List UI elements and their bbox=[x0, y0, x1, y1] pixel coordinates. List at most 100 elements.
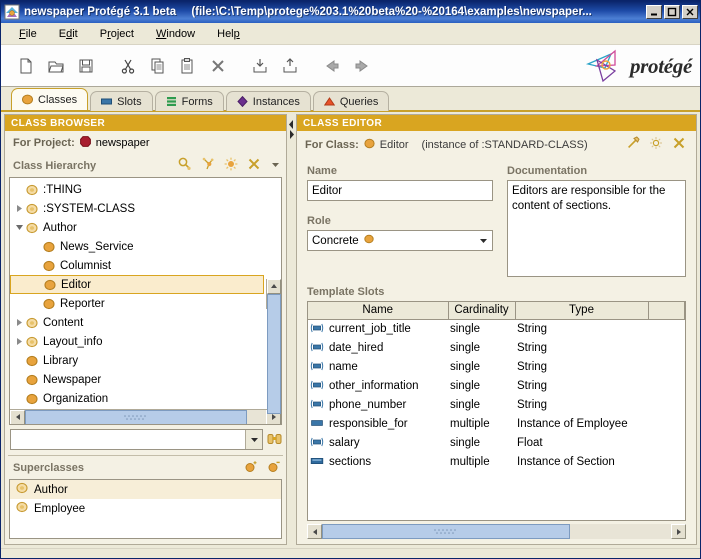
column-header-name[interactable]: Name bbox=[308, 302, 449, 320]
tree-vertical-scrollbar[interactable] bbox=[266, 278, 281, 414]
export-icon[interactable] bbox=[275, 51, 305, 81]
class-tree-node[interactable]: Author bbox=[10, 218, 266, 237]
constraints-icon[interactable] bbox=[626, 136, 640, 153]
maximize-button[interactable] bbox=[664, 5, 680, 19]
class-hierarchy-tree[interactable]: :THING:SYSTEM-CLASS Author News_Service Col… bbox=[10, 179, 266, 408]
documentation-textarea[interactable]: Editors are responsible for the content … bbox=[507, 180, 686, 277]
column-header-extra[interactable] bbox=[648, 302, 685, 320]
tree-hscroll-thumb[interactable] bbox=[25, 409, 247, 424]
class-tree-node[interactable]: Editor bbox=[10, 275, 264, 294]
inherited-slot-icon bbox=[310, 380, 324, 389]
concrete-class-icon bbox=[44, 279, 56, 291]
superclass-list-item[interactable]: Employee bbox=[10, 499, 281, 518]
chevron-down-icon[interactable] bbox=[270, 159, 281, 173]
class-search-row bbox=[5, 425, 286, 454]
collapse-arrow-icon[interactable] bbox=[13, 223, 26, 232]
class-tree-node[interactable]: News_Service bbox=[10, 237, 266, 256]
editor-scroll-left-button[interactable] bbox=[307, 524, 322, 539]
menu-file[interactable]: FFileile bbox=[9, 25, 47, 43]
open-project-icon[interactable] bbox=[41, 51, 71, 81]
create-class-icon[interactable] bbox=[224, 157, 238, 174]
window-title-text: newspaper Protégé 3.1 beta bbox=[24, 6, 177, 18]
chevron-down-icon[interactable] bbox=[475, 231, 492, 250]
tab-forms[interactable]: Forms bbox=[154, 91, 224, 111]
find-class-icon[interactable] bbox=[178, 157, 192, 174]
class-tree-node[interactable]: Library bbox=[10, 351, 266, 370]
class-tree-node[interactable]: Columnist bbox=[10, 256, 266, 275]
abstract-class-icon bbox=[16, 482, 28, 497]
tab-classes[interactable]: Classes bbox=[11, 88, 89, 110]
editor-hscroll-thumb[interactable] bbox=[322, 524, 570, 539]
editor-hscroll-track[interactable] bbox=[322, 524, 671, 539]
class-tree-node-label: Library bbox=[43, 354, 79, 367]
class-tree-node[interactable]: Layout_info bbox=[10, 332, 266, 351]
superclass-list-item[interactable]: Author bbox=[10, 480, 281, 499]
name-field[interactable]: Editor bbox=[307, 180, 493, 201]
import-icon[interactable] bbox=[245, 51, 275, 81]
properties-icon[interactable] bbox=[649, 136, 663, 153]
inherited-slot-icon bbox=[310, 437, 324, 446]
save-project-icon[interactable] bbox=[71, 51, 101, 81]
pane-splitter[interactable] bbox=[287, 112, 296, 548]
slot-name-label: phone_number bbox=[329, 398, 407, 411]
slot-name-label: salary bbox=[329, 436, 360, 449]
chevron-down-icon[interactable] bbox=[245, 430, 262, 449]
tab-instances[interactable]: Instances bbox=[225, 91, 311, 111]
add-superclass-icon[interactable] bbox=[244, 459, 258, 476]
paste-icon[interactable] bbox=[173, 51, 203, 81]
column-header-type[interactable]: Type bbox=[515, 302, 649, 320]
copy-icon[interactable] bbox=[143, 51, 173, 81]
close-icon[interactable] bbox=[672, 136, 686, 153]
expand-arrow-icon[interactable] bbox=[13, 204, 26, 213]
editor-horizontal-scrollbar[interactable] bbox=[307, 524, 686, 539]
minimize-button[interactable] bbox=[646, 5, 662, 19]
menu-bar: FFileile Edit Project Window Help bbox=[1, 23, 700, 45]
superclasses-section: Superclasses bbox=[5, 456, 286, 479]
tree-hscroll-track[interactable] bbox=[25, 409, 266, 424]
column-header-cardinality[interactable]: Cardinality bbox=[448, 302, 516, 320]
class-tree-node[interactable]: :THING bbox=[10, 180, 266, 199]
cut-icon[interactable] bbox=[113, 51, 143, 81]
create-subclass-icon[interactable] bbox=[201, 157, 215, 174]
template-slot-row[interactable]: other_information single String bbox=[308, 376, 685, 395]
delete-icon[interactable] bbox=[203, 51, 233, 81]
menu-window[interactable]: Window bbox=[146, 25, 205, 43]
expand-arrow-icon[interactable] bbox=[13, 318, 26, 327]
title-bar: newspaper Protégé 3.1 beta (file:\C:\Tem… bbox=[1, 1, 700, 23]
editor-scroll-right-button[interactable] bbox=[671, 524, 686, 539]
class-hierarchy-toolbar bbox=[178, 157, 281, 174]
abstract-class-icon bbox=[16, 501, 28, 516]
tab-queries[interactable]: Queries bbox=[312, 91, 390, 111]
template-slot-row[interactable]: name single String bbox=[308, 357, 685, 376]
template-slot-row[interactable]: sections multiple Instance of Section bbox=[308, 452, 685, 471]
tab-slots[interactable]: Slots bbox=[90, 91, 153, 111]
tree-scroll-thumb[interactable] bbox=[267, 293, 281, 414]
scroll-left-button[interactable] bbox=[10, 409, 25, 424]
class-tree-node[interactable]: Reporter bbox=[10, 294, 266, 313]
remove-superclass-icon[interactable] bbox=[267, 459, 281, 476]
binoculars-icon[interactable] bbox=[267, 431, 282, 449]
menu-project[interactable]: Project bbox=[90, 25, 144, 43]
class-search-input[interactable] bbox=[10, 429, 263, 450]
template-slot-row[interactable]: responsible_for multiple Instance of Emplo… bbox=[308, 414, 685, 433]
class-tree-node[interactable]: Organization bbox=[10, 389, 266, 408]
close-button[interactable] bbox=[682, 5, 698, 19]
class-tree-node[interactable]: Content bbox=[10, 313, 266, 332]
undo-icon[interactable] bbox=[317, 51, 347, 81]
class-tree-node[interactable]: :SYSTEM-CLASS bbox=[10, 199, 266, 218]
expand-arrow-icon[interactable] bbox=[13, 337, 26, 346]
menu-edit[interactable]: Edit bbox=[49, 25, 88, 43]
scroll-up-button[interactable] bbox=[267, 278, 281, 294]
template-slot-row[interactable]: salary single Float bbox=[308, 433, 685, 452]
redo-icon[interactable] bbox=[347, 51, 377, 81]
delete-class-icon[interactable] bbox=[247, 157, 261, 174]
menu-help[interactable]: Help bbox=[207, 25, 250, 43]
template-slot-row[interactable]: current_job_title single String bbox=[308, 319, 685, 338]
role-select[interactable]: Concrete bbox=[307, 230, 493, 251]
superclasses-list[interactable]: Author Employee bbox=[9, 479, 282, 539]
template-slot-row[interactable]: phone_number single String bbox=[308, 395, 685, 414]
class-tree-node[interactable]: Newspaper bbox=[10, 370, 266, 389]
new-project-icon[interactable] bbox=[11, 51, 41, 81]
tree-horizontal-scrollbar[interactable] bbox=[10, 409, 281, 424]
template-slot-row[interactable]: date_hired single String bbox=[308, 338, 685, 357]
